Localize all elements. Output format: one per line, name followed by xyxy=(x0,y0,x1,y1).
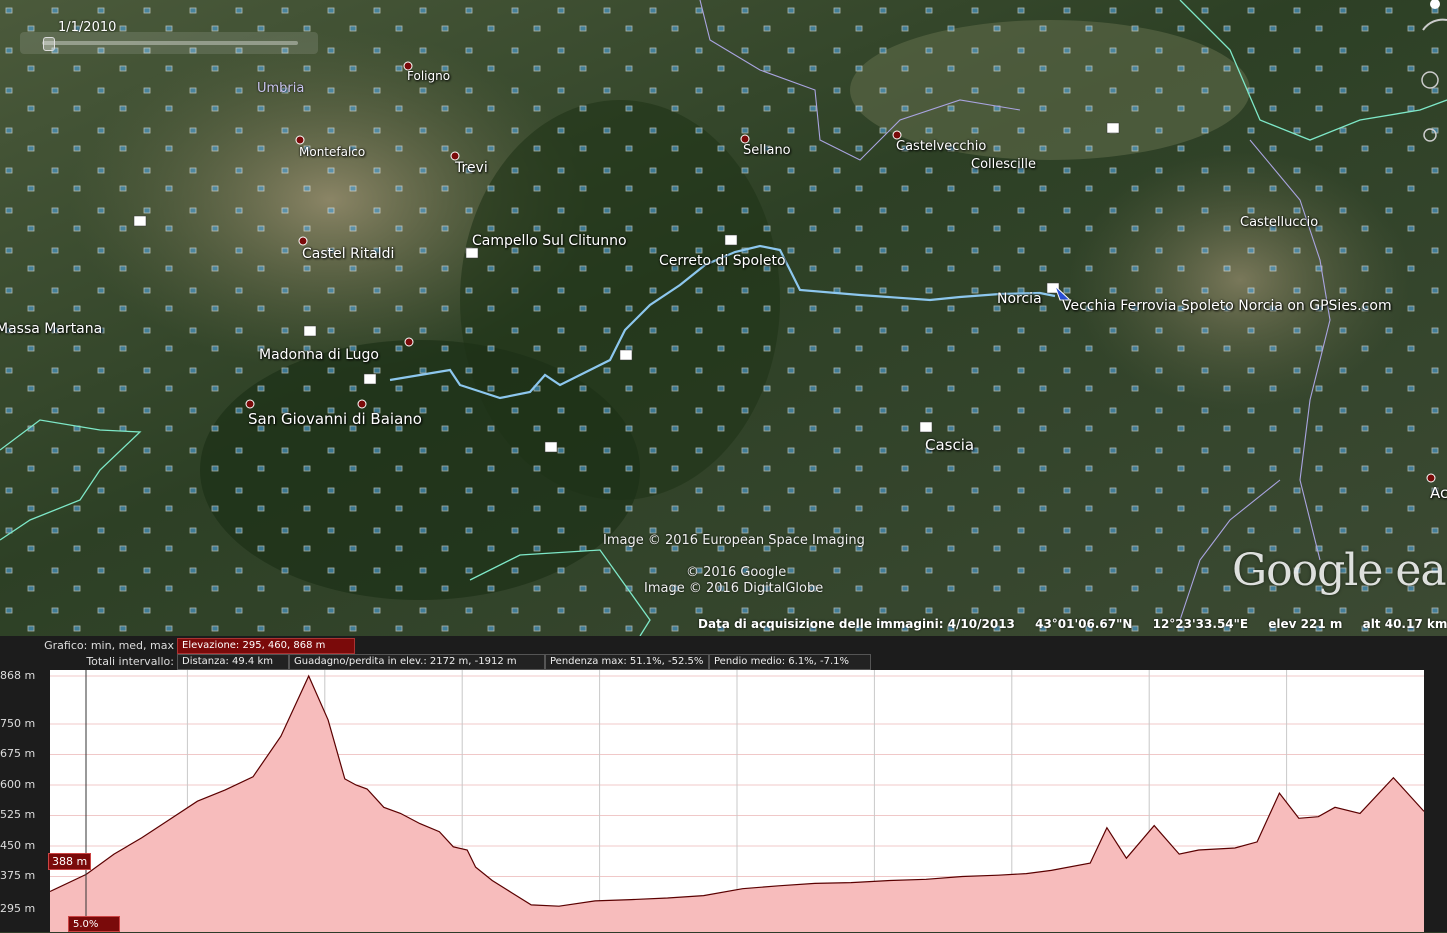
acquisition-date: Data di acquisizione delle immagini: 4/1… xyxy=(698,617,1015,631)
distance-stats-box[interactable]: Distanza: 49.4 km xyxy=(177,654,289,670)
copyright-text: © 2016 Google xyxy=(686,565,787,580)
place-label[interactable]: Cascia xyxy=(925,436,974,454)
place-label[interactable]: Castelvecchio xyxy=(896,139,986,154)
time-slider[interactable] xyxy=(20,32,318,54)
place-label[interactable]: Massa Martana xyxy=(0,321,102,337)
place-label[interactable]: Montefalco xyxy=(299,145,365,159)
google-earth-logo: Google earth xyxy=(1232,545,1447,596)
cursor-grade-label: 5.0% xyxy=(68,916,120,932)
cursor-elevation-label: 388 m xyxy=(48,853,92,870)
look-joystick-icon xyxy=(1421,71,1439,89)
navigation-control[interactable] xyxy=(1405,0,1447,150)
gain-loss-stats-box[interactable]: Guadagno/perdita in elev.: 2172 m, -1912… xyxy=(289,654,545,670)
place-label[interactable]: San Giovanni di Baiano xyxy=(248,410,422,428)
graph-stats-label: Grafico: min, med, max xyxy=(44,639,174,652)
place-label[interactable]: Foligno xyxy=(407,69,450,83)
max-slope-stats-box[interactable]: Pendenza max: 51.1%, -52.5% xyxy=(545,654,709,670)
place-label[interactable]: Ac xyxy=(1430,484,1447,502)
range-totals-label: Totali intervallo: xyxy=(86,655,174,668)
place-label[interactable]: Sellano xyxy=(743,143,791,158)
y-tick-label: 750 m xyxy=(0,716,36,730)
time-slider-track[interactable] xyxy=(42,41,298,45)
y-tick-label: 675 m xyxy=(0,747,36,761)
track-label[interactable]: Vecchia Ferrovia Spoleto Norcia on GPSie… xyxy=(1062,298,1392,314)
copyright-text: Image © 2016 DigitalGlobe xyxy=(644,581,824,596)
elevation-stats-box[interactable]: Elevazione: 295, 460, 868 m xyxy=(177,638,355,654)
longitude: 12°23'33.54"E xyxy=(1152,617,1249,631)
copyright-text: Image © 2016 European Space Imaging xyxy=(603,533,865,548)
y-tick-label: 450 m xyxy=(0,838,36,852)
place-label[interactable]: Castel Ritaldi xyxy=(302,246,394,262)
region-label: Umbria xyxy=(257,81,305,96)
latitude: 43°01'06.67"N xyxy=(1035,617,1133,631)
elevation-chart[interactable] xyxy=(0,670,1447,932)
compass-north-icon xyxy=(1430,0,1440,9)
place-label[interactable]: Castelluccio xyxy=(1240,215,1318,230)
map-view[interactable]: 1/1/2010 Umbria Foligno Montefalco Trevi… xyxy=(0,0,1447,636)
y-tick-label: 525 m xyxy=(0,808,36,822)
elevation-profile-panel: Grafico: min, med, max Elevazione: 295, … xyxy=(0,636,1447,932)
place-label[interactable]: Madonna di Lugo xyxy=(259,347,379,363)
place-label[interactable]: Norcia xyxy=(997,291,1042,307)
y-tick-label: 868 m xyxy=(0,669,36,682)
altitude-readout: alt 40.17 km xyxy=(1362,617,1447,631)
status-bar: Data di acquisizione delle immagini: 4/1… xyxy=(698,617,1447,631)
place-label[interactable]: Cerreto di Spoleto xyxy=(659,253,786,269)
elevation-readout: elev 221 m xyxy=(1268,617,1343,631)
time-slider-handle[interactable] xyxy=(43,37,55,51)
place-label[interactable]: Trevi xyxy=(455,160,488,176)
zoom-control-icon xyxy=(1423,128,1437,142)
y-tick-label: 600 m xyxy=(0,777,36,791)
avg-slope-stats-box[interactable]: Pendio medio: 6.1%, -7.1% xyxy=(709,654,871,670)
y-tick-label: 375 m xyxy=(0,869,36,883)
place-label[interactable]: Campello Sul Clitunno xyxy=(472,233,627,249)
y-tick-label: 295 m xyxy=(0,902,36,915)
place-label[interactable]: Collescille xyxy=(971,157,1036,172)
